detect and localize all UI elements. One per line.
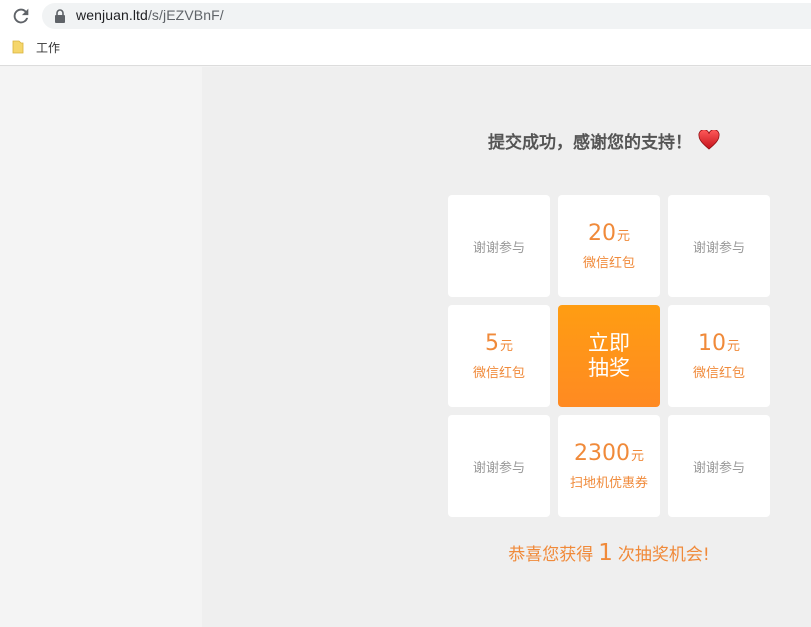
thanks-label: 谢谢参与 [692, 240, 745, 256]
prize-cell[interactable]: 5元微信红包 [448, 305, 550, 407]
prize-cell-thanks[interactable]: 谢谢参与 [668, 195, 770, 297]
browser-chrome: wenjuan.ltd/s/jEZVBnF/ 工作 [0, 0, 811, 66]
prize-amount: 10 [697, 331, 726, 356]
prize-desc: 微信红包 [472, 366, 525, 381]
prize-amount: 2300 [573, 441, 630, 466]
heart-icon [698, 130, 720, 150]
prize-cell-thanks[interactable]: 谢谢参与 [448, 415, 550, 517]
bookmark-work[interactable]: 工作 [12, 38, 60, 56]
prize-cell-thanks[interactable]: 谢谢参与 [448, 195, 550, 297]
prize-amount: 5 [484, 331, 499, 356]
prize-cell[interactable]: 2300元扫地机优惠券 [558, 415, 660, 517]
thanks-label: 谢谢参与 [692, 460, 745, 476]
prize-unit: 元 [499, 339, 513, 354]
url-text[interactable]: wenjuan.ltd/s/jEZVBnF/ [76, 7, 224, 23]
prize-desc: 微信红包 [692, 366, 745, 381]
lock-icon [55, 9, 65, 23]
url-host: wenjuan.ltd [76, 7, 148, 23]
chances-prefix: 恭喜您获得 [508, 545, 594, 565]
chances-message: 恭喜您获得 1 次抽奖机会! [448, 540, 770, 566]
chances-count: 1 [598, 540, 613, 566]
draw-button-label: 立即抽奖 [588, 331, 630, 380]
address-bar[interactable]: wenjuan.ltd/s/jEZVBnF/ [42, 3, 811, 29]
prize-cell[interactable]: 20元微信红包 [558, 195, 660, 297]
prize-unit: 元 [616, 229, 630, 244]
prize-amount-line: 20元 [588, 221, 630, 247]
success-text: 提交成功，感谢您的支持！ [488, 132, 692, 153]
thanks-label: 谢谢参与 [472, 460, 525, 476]
prize-amount-line: 10元 [698, 331, 740, 357]
left-pane [0, 67, 202, 627]
prize-desc: 扫地机优惠券 [569, 476, 648, 491]
prize-amount-line: 2300元 [574, 441, 644, 467]
prize-cell[interactable]: 10元微信红包 [668, 305, 770, 407]
prize-amount-line: 5元 [485, 331, 513, 357]
success-message: 提交成功，感谢您的支持！ [488, 128, 720, 153]
reload-icon[interactable] [10, 5, 32, 27]
folder-icon [12, 40, 24, 54]
url-path: /s/jEZVBnF/ [147, 7, 224, 23]
thanks-label: 谢谢参与 [472, 240, 525, 256]
chances-suffix: 次抽奖机会! [617, 545, 710, 565]
bookmark-label: 工作 [36, 40, 61, 55]
prize-amount: 20 [587, 221, 616, 246]
prize-unit: 元 [630, 449, 644, 464]
prize-desc: 微信红包 [582, 256, 635, 271]
prize-cell-thanks[interactable]: 谢谢参与 [668, 415, 770, 517]
draw-button[interactable]: 立即抽奖 [558, 305, 660, 407]
prize-unit: 元 [726, 339, 740, 354]
lottery-grid: 谢谢参与 20元 微信红包 谢谢参与 5元 微信红包 立即抽奖 10元 微信红包 谢谢参与 2300… [448, 195, 770, 517]
